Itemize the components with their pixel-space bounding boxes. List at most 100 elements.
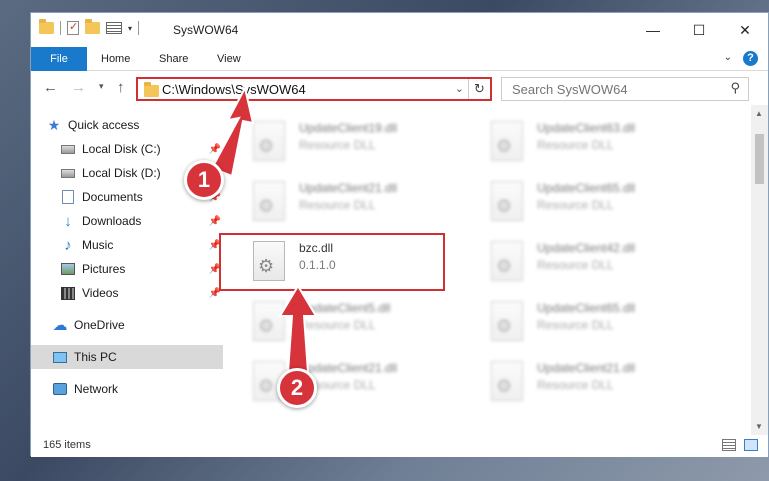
properties-icon[interactable] bbox=[67, 20, 79, 35]
maximize-button[interactable]: ☐ bbox=[676, 13, 722, 47]
vertical-scrollbar[interactable]: ▲ ▼ bbox=[751, 105, 768, 435]
sidebar-item-label: Quick access bbox=[68, 118, 140, 132]
file-name: UpdateClient65.dll bbox=[537, 181, 636, 195]
file-name: UpdateClient42.dll bbox=[537, 241, 636, 255]
scrollbar-thumb[interactable] bbox=[755, 134, 764, 184]
sidebar-item-label: This PC bbox=[74, 350, 117, 364]
sidebar-item-label: Network bbox=[74, 382, 119, 396]
sidebar-item-label: Pictures bbox=[82, 262, 126, 276]
dll-file-icon bbox=[253, 181, 285, 221]
search-icon: ⚲ bbox=[730, 80, 740, 95]
expand-ribbon-chevron-icon[interactable]: ⌄ bbox=[724, 52, 732, 63]
drive-icon bbox=[61, 168, 75, 178]
view-toggles bbox=[722, 439, 758, 451]
sidebar-item-downloads[interactable]: ↓ Downloads 📌 bbox=[61, 209, 223, 233]
file-description: Resource DLL bbox=[537, 198, 614, 212]
item-count: 165 items bbox=[43, 439, 91, 451]
up-arrow-icon[interactable]: ↑ bbox=[117, 79, 125, 96]
file-item[interactable]: UpdateClient5.dll Resource DLL bbox=[227, 293, 457, 351]
details-view-icon[interactable] bbox=[722, 439, 736, 451]
file-item[interactable]: UpdateClient21.dll Resource DLL bbox=[227, 173, 457, 231]
file-name: UpdateClient63.dll bbox=[537, 121, 636, 135]
tab-share[interactable]: Share bbox=[149, 47, 198, 71]
sidebar-item-music[interactable]: ♪ Music 📌 bbox=[61, 233, 223, 257]
dll-file-icon bbox=[491, 181, 523, 221]
sidebar-item-onedrive[interactable]: ☁ OneDrive bbox=[53, 313, 223, 337]
step-1-badge: 1 bbox=[184, 160, 224, 200]
refresh-icon[interactable]: ↻ bbox=[468, 79, 490, 99]
file-item[interactable]: UpdateClient19.dll Resource DLL bbox=[227, 113, 457, 171]
sidebar-item-label: Documents bbox=[82, 190, 143, 204]
documents-icon bbox=[62, 190, 74, 204]
folder-icon bbox=[144, 82, 159, 97]
new-folder-icon[interactable] bbox=[85, 19, 100, 34]
file-name: UpdateClient5.dll bbox=[299, 301, 391, 315]
sidebar-item-label: Videos bbox=[82, 286, 119, 300]
file-description: Resource DLL bbox=[299, 198, 376, 212]
toolbar-divider bbox=[138, 21, 140, 35]
computer-icon bbox=[53, 351, 67, 363]
recent-locations-chevron-icon[interactable]: ▾ bbox=[99, 81, 104, 92]
address-path[interactable]: C:\Windows\SysWOW64 bbox=[162, 82, 306, 97]
file-item[interactable]: UpdateClient63.dll Resource DLL bbox=[465, 113, 695, 171]
pin-icon[interactable]: 📌 bbox=[209, 216, 221, 227]
file-item[interactable]: UpdateClient65.dll Resource DLL bbox=[465, 293, 695, 351]
sidebar-item-quick-access[interactable]: ★ Quick access bbox=[47, 113, 223, 137]
step-2-badge: 2 bbox=[277, 368, 317, 408]
search-box[interactable]: ⚲ bbox=[501, 77, 749, 101]
dll-file-icon bbox=[491, 241, 523, 281]
pin-icon[interactable]: 📌 bbox=[209, 144, 221, 155]
help-icon[interactable]: ? bbox=[743, 51, 758, 66]
file-item[interactable]: UpdateClient21.dll Resource DLL bbox=[227, 353, 457, 411]
file-name: UpdateClient65.dll bbox=[537, 301, 636, 315]
quick-access-toolbar: ▾ bbox=[39, 19, 140, 35]
download-icon: ↓ bbox=[64, 212, 72, 230]
address-dropdown-chevron-icon[interactable]: ⌄ bbox=[455, 82, 464, 95]
view-options-icon[interactable] bbox=[106, 22, 122, 34]
file-name: UpdateClient21.dll bbox=[299, 181, 398, 195]
window-controls: — ☐ ✕ bbox=[630, 13, 768, 47]
sidebar-item-label: Music bbox=[82, 238, 114, 252]
file-item[interactable]: UpdateClient65.dll Resource DLL bbox=[465, 173, 695, 231]
file-item[interactable]: UpdateClient21.dll Resource DLL bbox=[465, 353, 695, 411]
file-description: Resource DLL bbox=[537, 318, 614, 332]
file-description: Resource DLL bbox=[537, 258, 614, 272]
back-arrow-icon[interactable]: ← bbox=[43, 79, 58, 96]
tab-home[interactable]: Home bbox=[91, 47, 140, 71]
bzc-dll-highlight-box bbox=[219, 233, 445, 291]
dll-file-icon bbox=[491, 121, 523, 161]
minimize-button[interactable]: — bbox=[630, 13, 676, 47]
toolbar-divider bbox=[60, 21, 61, 35]
sidebar-item-local-disk-c[interactable]: Local Disk (C:) 📌 bbox=[61, 137, 223, 161]
sidebar-item-videos[interactable]: Videos 📌 bbox=[61, 281, 223, 305]
scroll-up-icon[interactable]: ▲ bbox=[755, 109, 763, 118]
tab-file[interactable]: File bbox=[31, 47, 87, 71]
music-icon: ♪ bbox=[64, 236, 72, 254]
sidebar-item-label: OneDrive bbox=[74, 318, 125, 332]
star-icon: ★ bbox=[47, 116, 61, 133]
tab-view[interactable]: View bbox=[207, 47, 251, 71]
cloud-icon: ☁ bbox=[52, 317, 68, 334]
forward-arrow-icon[interactable]: → bbox=[71, 79, 86, 96]
close-button[interactable]: ✕ bbox=[722, 13, 768, 47]
folder-icon bbox=[39, 19, 54, 34]
search-input[interactable] bbox=[512, 79, 712, 99]
title-bar: ▾ SysWOW64 — ☐ ✕ bbox=[31, 13, 768, 47]
sidebar-item-this-pc[interactable]: This PC bbox=[31, 345, 223, 369]
videos-icon bbox=[61, 286, 75, 300]
file-item[interactable]: UpdateClient42.dll Resource DLL bbox=[465, 233, 695, 291]
file-name: UpdateClient19.dll bbox=[299, 121, 398, 135]
tiles-view-icon[interactable] bbox=[744, 439, 758, 451]
address-bar[interactable]: C:\Windows\SysWOW64 ⌄ ↻ bbox=[136, 77, 492, 101]
customize-toolbar-chevron-icon[interactable]: ▾ bbox=[128, 24, 132, 33]
ribbon-tabs: File Home Share View ⌄ ? bbox=[31, 47, 768, 71]
status-bar: 165 items bbox=[31, 435, 768, 457]
file-description: Resource DLL bbox=[537, 138, 614, 152]
sidebar-item-label: Local Disk (C:) bbox=[82, 142, 161, 156]
dll-file-icon bbox=[253, 121, 285, 161]
sidebar-item-network[interactable]: Network bbox=[53, 377, 223, 401]
scroll-down-icon[interactable]: ▼ bbox=[755, 422, 763, 431]
sidebar-item-pictures[interactable]: Pictures 📌 bbox=[61, 257, 223, 281]
navigation-bar: ← → ▾ ↑ C:\Windows\SysWOW64 ⌄ ↻ ⚲ bbox=[31, 71, 768, 105]
file-name: UpdateClient21.dll bbox=[299, 361, 398, 375]
